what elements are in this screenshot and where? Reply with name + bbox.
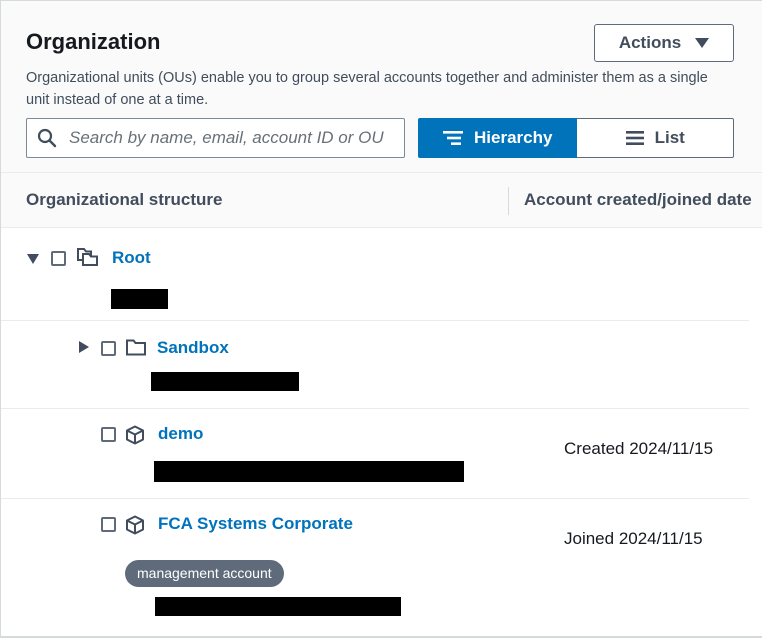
column-header-structure[interactable]: Organizational structure: [26, 190, 222, 210]
hierarchy-view-button[interactable]: Hierarchy: [418, 118, 577, 158]
view-toggle: Hierarchy List: [418, 118, 734, 158]
account-cube-icon: [126, 515, 144, 535]
redacted-id: [151, 372, 299, 391]
column-header-date[interactable]: Account created/joined date: [524, 190, 752, 210]
list-icon: [625, 131, 644, 145]
row-checkbox[interactable]: [101, 341, 116, 356]
list-view-label: List: [654, 128, 685, 147]
fca-account-link[interactable]: FCA Systems Corporate: [158, 514, 353, 534]
search-input[interactable]: [67, 127, 391, 149]
expand-toggle-icon[interactable]: [27, 254, 39, 264]
row-checkbox[interactable]: [101, 517, 116, 532]
column-divider[interactable]: [508, 187, 509, 215]
root-icon: [77, 248, 98, 266]
actions-button-label: Actions: [618, 33, 682, 52]
list-view-button[interactable]: List: [576, 118, 734, 158]
account-cube-icon: [126, 425, 144, 445]
sandbox-link[interactable]: Sandbox: [157, 338, 229, 358]
panel-header: Organization Organizational units (OUs) …: [1, 1, 762, 173]
hierarchy-view-label: Hierarchy: [474, 128, 553, 147]
root-link[interactable]: Root: [112, 248, 151, 268]
caret-down-icon: [695, 38, 710, 48]
search-field[interactable]: [26, 118, 405, 158]
tree-row-management-account: FCA Systems Corporate management account…: [1, 499, 762, 636]
tree-row-sandbox: Sandbox: [1, 321, 762, 409]
tree-row-root: Root: [1, 228, 762, 321]
search-icon: [37, 128, 57, 148]
page-description: Organizational units (OUs) enable you to…: [26, 70, 708, 108]
redacted-account-info: [155, 597, 401, 616]
table-header: Organizational structure Account created…: [1, 173, 762, 228]
account-date: Joined 2024/11/15: [564, 529, 703, 548]
folder-icon: [126, 339, 146, 356]
tree-row-demo: demo Created 2024/11/15: [1, 409, 762, 499]
management-account-badge: management account: [125, 560, 284, 587]
demo-account-link[interactable]: demo: [158, 424, 203, 444]
expand-toggle-icon[interactable]: [79, 341, 89, 353]
organization-panel: Organization Organizational units (OUs) …: [0, 0, 762, 638]
page-title: Organization: [26, 29, 161, 54]
hierarchy-icon: [443, 131, 464, 145]
row-checkbox[interactable]: [51, 251, 66, 266]
account-date: Created 2024/11/15: [564, 439, 714, 458]
redacted-account-info: [154, 461, 464, 482]
row-checkbox[interactable]: [101, 427, 116, 442]
actions-button[interactable]: Actions: [594, 24, 734, 62]
redacted-id: [111, 289, 168, 309]
